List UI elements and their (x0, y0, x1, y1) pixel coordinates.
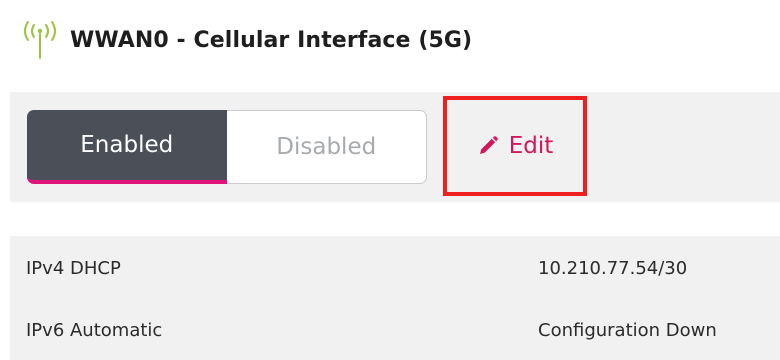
state-toggle: Enabled Disabled (27, 110, 427, 184)
detail-value: 10.210.77.54/30 (538, 258, 688, 279)
detail-row: IPv4 DHCP 10.210.77.54/30 (10, 244, 780, 296)
detail-label: IPv6 Automatic (26, 320, 163, 341)
enabled-option[interactable]: Enabled (27, 110, 227, 184)
detail-value: Configuration Down (538, 320, 717, 341)
interface-toolbar: Enabled Disabled Edit (10, 92, 780, 202)
edit-label: Edit (508, 133, 554, 159)
page-title: WWAN0 - Cellular Interface (5G) (70, 27, 473, 53)
detail-row: IPv6 Automatic Configuration Down (10, 306, 780, 358)
interface-details: IPv4 DHCP 10.210.77.54/30 IPv6 Automatic… (10, 236, 780, 360)
interface-header: WWAN0 - Cellular Interface (5G) (22, 20, 472, 60)
edit-button[interactable]: Edit (443, 96, 587, 196)
detail-label: IPv4 DHCP (26, 258, 121, 279)
antenna-signal-icon (24, 21, 56, 59)
disabled-option[interactable]: Disabled (226, 110, 427, 184)
pencil-icon (479, 136, 498, 154)
